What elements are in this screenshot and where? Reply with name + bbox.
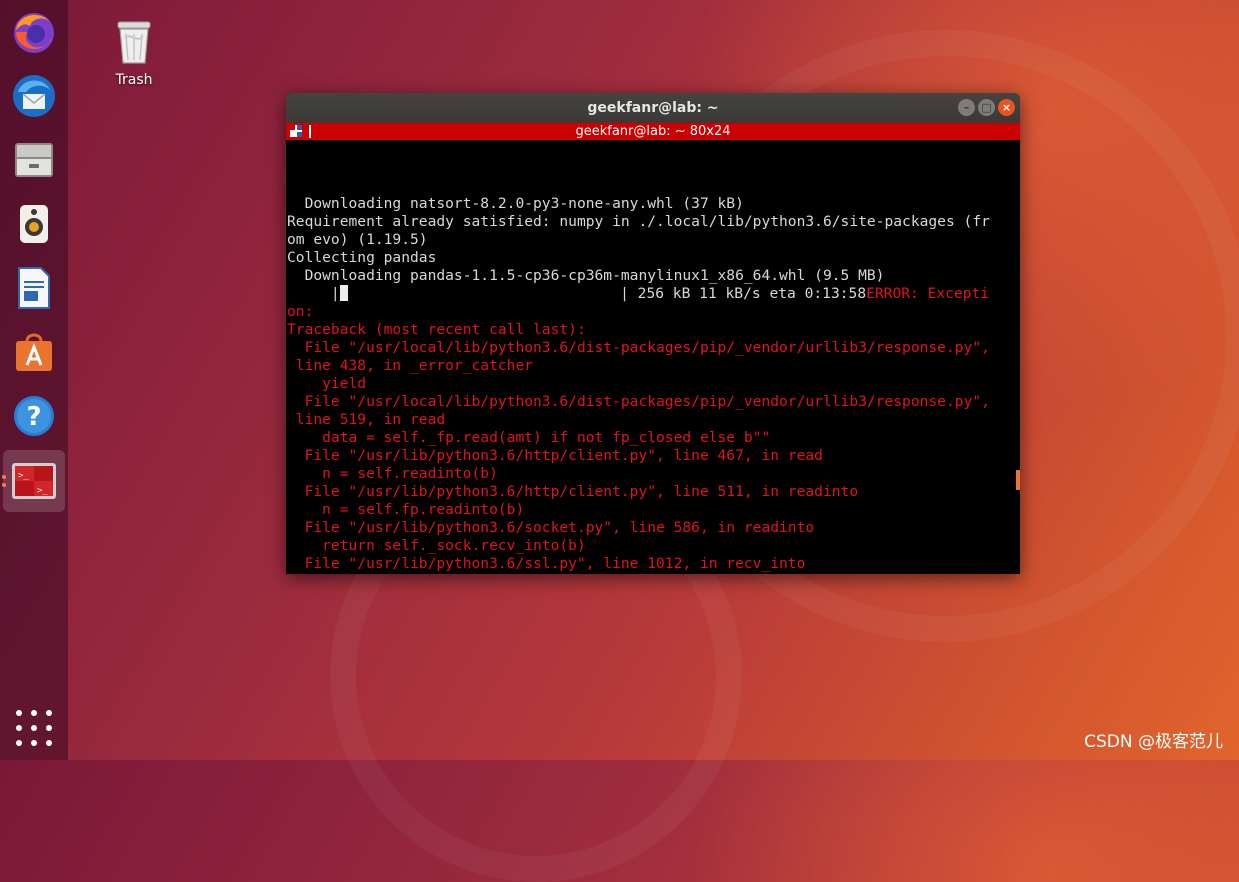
terminal-line: return self.read(nbytes, buffer) xyxy=(287,573,1020,574)
dock-item-writer[interactable] xyxy=(8,262,60,314)
svg-text:>_: >_ xyxy=(18,471,29,481)
rhythmbox-icon xyxy=(20,205,48,243)
terminal-line: | | 256 kB 11 kB/s eta 0:13:58ERROR: Exc… xyxy=(287,285,1020,303)
dock-item-software[interactable] xyxy=(8,326,60,378)
terminal-subtitle: geekfanr@lab: ~ 80x24 xyxy=(575,124,731,139)
dock-item-thunderbird[interactable] xyxy=(8,70,60,122)
show-applications-button[interactable] xyxy=(12,706,56,750)
trash-icon xyxy=(117,21,151,64)
terminal-line: Downloading natsort-8.2.0-py3-none-any.w… xyxy=(287,195,744,212)
terminal-line: Requirement already satisfied: numpy in … xyxy=(287,213,990,230)
terminal-line: File "/usr/local/lib/python3.6/dist-pack… xyxy=(287,393,990,410)
terminal-line: n = self.fp.readinto(b) xyxy=(287,501,525,518)
error-text: ERROR: Excepti xyxy=(866,285,990,302)
running-indicator xyxy=(2,483,6,487)
progress-stats: | 256 kB 11 kB/s eta 0:13:58 xyxy=(347,285,867,302)
dock-item-rhythmbox[interactable] xyxy=(8,198,60,250)
dock-item-files[interactable] xyxy=(8,134,60,186)
watermark: CSDN @极客范儿 xyxy=(1084,732,1223,752)
terminal-line: File "/usr/local/lib/python3.6/dist-pack… xyxy=(287,339,990,356)
terminal-line: File "/usr/lib/python3.6/socket.py", lin… xyxy=(287,519,815,536)
terminal-line: File "/usr/lib/python3.6/http/client.py"… xyxy=(287,447,823,464)
terminal-line: Traceback (most recent call last): xyxy=(287,321,586,338)
trash-label: Trash xyxy=(115,72,153,88)
terminal-icon: >_ >_ xyxy=(12,463,56,499)
terminal-menu-icon[interactable] xyxy=(290,125,302,137)
files-icon xyxy=(15,143,53,177)
terminal-line: om evo) (1.19.5) xyxy=(287,231,428,248)
running-indicator xyxy=(2,475,6,479)
dock: ? >_ >_ xyxy=(0,0,68,760)
dock-item-help[interactable]: ? xyxy=(8,390,60,442)
terminal-line: line 438, in _error_catcher xyxy=(287,357,534,374)
desktop-trash[interactable]: Trash xyxy=(104,18,164,88)
close-button[interactable]: × xyxy=(998,99,1015,116)
terminal-line: File "/usr/lib/python3.6/ssl.py", line 1… xyxy=(287,555,806,572)
terminal-line: return self._sock.recv_into(b) xyxy=(287,537,586,554)
close-icon: × xyxy=(1001,100,1012,114)
terminal-cursor xyxy=(339,285,348,301)
firefox-icon xyxy=(14,13,54,53)
terminal-line: data = self._fp.read(amt) if not fp_clos… xyxy=(287,429,771,446)
terminal-line: Downloading pandas-1.1.5-cp36-cp36m-many… xyxy=(287,267,885,284)
terminal-line: on: xyxy=(287,303,314,320)
terminal-line: yield xyxy=(287,375,367,392)
terminal-line: Collecting pandas xyxy=(287,249,437,266)
terminal-line: File "/usr/lib/python3.6/http/client.py"… xyxy=(287,483,859,500)
minimize-button[interactable]: – xyxy=(958,99,975,116)
dock-item-firefox[interactable] xyxy=(8,6,60,58)
software-icon xyxy=(16,333,52,371)
dock-item-terminal[interactable]: >_ >_ xyxy=(3,450,65,512)
svg-text:>_: >_ xyxy=(37,486,48,496)
window-title: geekfanr@lab: ~ xyxy=(587,100,719,116)
terminal-menubar: geekfanr@lab: ~ 80x24 xyxy=(286,123,1020,140)
window-titlebar[interactable]: geekfanr@lab: ~ – □ × xyxy=(286,93,1020,123)
thunderbird-icon xyxy=(13,75,55,117)
menubar-separator xyxy=(309,125,311,138)
terminal-scrollbar[interactable] xyxy=(1016,470,1020,490)
svg-text:?: ? xyxy=(26,402,41,432)
help-icon: ? xyxy=(14,396,54,436)
terminal-window[interactable]: geekfanr@lab: ~ – □ × geekfanr@lab: ~ 80… xyxy=(286,93,1020,574)
libreoffice-writer-icon xyxy=(18,267,50,309)
minimize-icon: – xyxy=(963,100,970,114)
progress-bar-start: | xyxy=(287,285,340,302)
maximize-icon: □ xyxy=(981,100,992,114)
maximize-button[interactable]: □ xyxy=(978,99,995,116)
terminal-output[interactable]: Downloading natsort-8.2.0-py3-none-any.w… xyxy=(286,140,1020,574)
terminal-line: line 519, in read xyxy=(287,411,446,428)
terminal-line: n = self.readinto(b) xyxy=(287,465,498,482)
